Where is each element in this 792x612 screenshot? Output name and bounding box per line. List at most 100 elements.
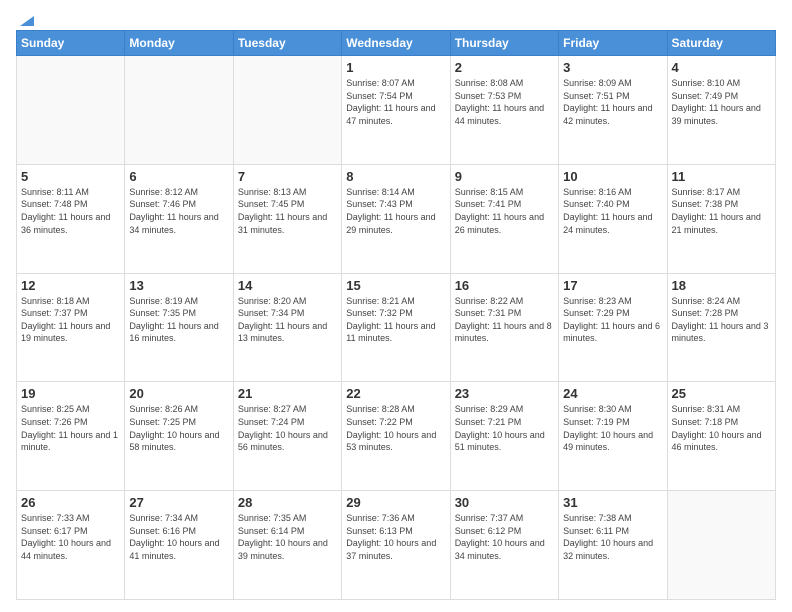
day-info: Sunrise: 7:38 AM Sunset: 6:11 PM Dayligh… — [563, 512, 662, 562]
day-number: 24 — [563, 386, 662, 401]
day-cell: 27 Sunrise: 7:34 AM Sunset: 6:16 PM Dayli… — [125, 491, 233, 600]
day-cell: 7 Sunrise: 8:13 AM Sunset: 7:45 PM Daylig… — [233, 164, 341, 273]
day-cell: 13 Sunrise: 8:19 AM Sunset: 7:35 PM Dayli… — [125, 273, 233, 382]
day-info: Sunrise: 7:33 AM Sunset: 6:17 PM Dayligh… — [21, 512, 120, 562]
day-cell — [233, 56, 341, 165]
day-info: Sunrise: 7:36 AM Sunset: 6:13 PM Dayligh… — [346, 512, 445, 562]
day-number: 20 — [129, 386, 228, 401]
day-info: Sunrise: 8:22 AM Sunset: 7:31 PM Dayligh… — [455, 295, 554, 345]
day-cell: 19 Sunrise: 8:25 AM Sunset: 7:26 PM Dayli… — [17, 382, 125, 491]
week-row-2: 5 Sunrise: 8:11 AM Sunset: 7:48 PM Daylig… — [17, 164, 776, 273]
day-info: Sunrise: 8:17 AM Sunset: 7:38 PM Dayligh… — [672, 186, 771, 236]
week-row-1: 1Sunrise: 8:07 AM Sunset: 7:54 PM Daylig… — [17, 56, 776, 165]
day-cell: 4 Sunrise: 8:10 AM Sunset: 7:49 PM Daylig… — [667, 56, 775, 165]
day-info: Sunrise: 8:24 AM Sunset: 7:28 PM Dayligh… — [672, 295, 771, 345]
week-row-4: 19 Sunrise: 8:25 AM Sunset: 7:26 PM Dayli… — [17, 382, 776, 491]
day-info: Sunrise: 8:27 AM Sunset: 7:24 PM Dayligh… — [238, 403, 337, 453]
day-cell: 14 Sunrise: 8:20 AM Sunset: 7:34 PM Dayli… — [233, 273, 341, 382]
day-number: 7 — [238, 169, 337, 184]
col-header-friday: Friday — [559, 31, 667, 56]
day-cell: 6 Sunrise: 8:12 AM Sunset: 7:46 PM Daylig… — [125, 164, 233, 273]
day-info: Sunrise: 8:09 AM Sunset: 7:51 PM Dayligh… — [563, 77, 662, 127]
day-number: 3 — [563, 60, 662, 75]
day-cell: 15Sunrise: 8:21 AM Sunset: 7:32 PM Dayli… — [342, 273, 450, 382]
day-number: 13 — [129, 278, 228, 293]
day-number: 8 — [346, 169, 445, 184]
day-number: 16 — [455, 278, 554, 293]
day-cell: 26 Sunrise: 7:33 AM Sunset: 6:17 PM Dayli… — [17, 491, 125, 600]
day-info: Sunrise: 8:19 AM Sunset: 7:35 PM Dayligh… — [129, 295, 228, 345]
week-row-5: 26 Sunrise: 7:33 AM Sunset: 6:17 PM Dayli… — [17, 491, 776, 600]
day-cell: 25 Sunrise: 8:31 AM Sunset: 7:18 PM Dayli… — [667, 382, 775, 491]
day-number: 6 — [129, 169, 228, 184]
day-info: Sunrise: 8:31 AM Sunset: 7:18 PM Dayligh… — [672, 403, 771, 453]
day-cell: 11 Sunrise: 8:17 AM Sunset: 7:38 PM Dayli… — [667, 164, 775, 273]
col-header-sunday: Sunday — [17, 31, 125, 56]
day-number: 25 — [672, 386, 771, 401]
day-info: Sunrise: 8:12 AM Sunset: 7:46 PM Dayligh… — [129, 186, 228, 236]
day-info: Sunrise: 8:20 AM Sunset: 7:34 PM Dayligh… — [238, 295, 337, 345]
day-cell: 2 Sunrise: 8:08 AM Sunset: 7:53 PM Daylig… — [450, 56, 558, 165]
day-info: Sunrise: 8:08 AM Sunset: 7:53 PM Dayligh… — [455, 77, 554, 127]
day-cell: 5 Sunrise: 8:11 AM Sunset: 7:48 PM Daylig… — [17, 164, 125, 273]
day-number: 15 — [346, 278, 445, 293]
day-number: 30 — [455, 495, 554, 510]
day-info: Sunrise: 8:11 AM Sunset: 7:48 PM Dayligh… — [21, 186, 120, 236]
day-info: Sunrise: 8:25 AM Sunset: 7:26 PM Dayligh… — [21, 403, 120, 453]
day-info: Sunrise: 8:18 AM Sunset: 7:37 PM Dayligh… — [21, 295, 120, 345]
day-number: 12 — [21, 278, 120, 293]
day-cell: 17 Sunrise: 8:23 AM Sunset: 7:29 PM Dayli… — [559, 273, 667, 382]
day-number: 27 — [129, 495, 228, 510]
day-info: Sunrise: 8:13 AM Sunset: 7:45 PM Dayligh… — [238, 186, 337, 236]
day-number: 10 — [563, 169, 662, 184]
day-number: 21 — [238, 386, 337, 401]
day-info: Sunrise: 8:16 AM Sunset: 7:40 PM Dayligh… — [563, 186, 662, 236]
day-number: 2 — [455, 60, 554, 75]
day-number: 5 — [21, 169, 120, 184]
day-info: Sunrise: 8:29 AM Sunset: 7:21 PM Dayligh… — [455, 403, 554, 453]
day-number: 26 — [21, 495, 120, 510]
day-number: 22 — [346, 386, 445, 401]
day-info: Sunrise: 7:34 AM Sunset: 6:16 PM Dayligh… — [129, 512, 228, 562]
col-header-monday: Monday — [125, 31, 233, 56]
day-cell: 18 Sunrise: 8:24 AM Sunset: 7:28 PM Dayli… — [667, 273, 775, 382]
col-header-saturday: Saturday — [667, 31, 775, 56]
day-number: 4 — [672, 60, 771, 75]
day-cell: 22 Sunrise: 8:28 AM Sunset: 7:22 PM Dayli… — [342, 382, 450, 491]
header — [16, 12, 776, 24]
day-info: Sunrise: 8:10 AM Sunset: 7:49 PM Dayligh… — [672, 77, 771, 127]
day-cell: 8Sunrise: 8:14 AM Sunset: 7:43 PM Daylig… — [342, 164, 450, 273]
day-info: Sunrise: 8:07 AM Sunset: 7:54 PM Dayligh… — [346, 77, 445, 127]
day-cell: 12 Sunrise: 8:18 AM Sunset: 7:37 PM Dayli… — [17, 273, 125, 382]
day-cell: 3 Sunrise: 8:09 AM Sunset: 7:51 PM Daylig… — [559, 56, 667, 165]
day-cell — [17, 56, 125, 165]
day-info: Sunrise: 8:28 AM Sunset: 7:22 PM Dayligh… — [346, 403, 445, 453]
calendar-table: SundayMondayTuesdayWednesdayThursdayFrid… — [16, 30, 776, 600]
day-number: 28 — [238, 495, 337, 510]
day-cell: 1Sunrise: 8:07 AM Sunset: 7:54 PM Daylig… — [342, 56, 450, 165]
day-number: 11 — [672, 169, 771, 184]
day-cell: 29Sunrise: 7:36 AM Sunset: 6:13 PM Dayli… — [342, 491, 450, 600]
day-cell: 31 Sunrise: 7:38 AM Sunset: 6:11 PM Dayli… — [559, 491, 667, 600]
day-cell: 30 Sunrise: 7:37 AM Sunset: 6:12 PM Dayli… — [450, 491, 558, 600]
day-number: 19 — [21, 386, 120, 401]
day-cell: 9Sunrise: 8:15 AM Sunset: 7:41 PM Daylig… — [450, 164, 558, 273]
day-number: 31 — [563, 495, 662, 510]
page: SundayMondayTuesdayWednesdayThursdayFrid… — [0, 0, 792, 612]
day-cell: 10 Sunrise: 8:16 AM Sunset: 7:40 PM Dayli… — [559, 164, 667, 273]
day-info: Sunrise: 7:37 AM Sunset: 6:12 PM Dayligh… — [455, 512, 554, 562]
day-cell: 20Sunrise: 8:26 AM Sunset: 7:25 PM Dayli… — [125, 382, 233, 491]
day-info: Sunrise: 8:23 AM Sunset: 7:29 PM Dayligh… — [563, 295, 662, 345]
day-number: 17 — [563, 278, 662, 293]
col-header-wednesday: Wednesday — [342, 31, 450, 56]
day-cell: 21 Sunrise: 8:27 AM Sunset: 7:24 PM Dayli… — [233, 382, 341, 491]
day-cell: 28 Sunrise: 7:35 AM Sunset: 6:14 PM Dayli… — [233, 491, 341, 600]
logo — [16, 12, 36, 24]
day-number: 18 — [672, 278, 771, 293]
day-info: Sunrise: 7:35 AM Sunset: 6:14 PM Dayligh… — [238, 512, 337, 562]
day-number: 23 — [455, 386, 554, 401]
day-cell — [667, 491, 775, 600]
day-info: Sunrise: 8:30 AM Sunset: 7:19 PM Dayligh… — [563, 403, 662, 453]
day-number: 14 — [238, 278, 337, 293]
day-cell: 24 Sunrise: 8:30 AM Sunset: 7:19 PM Dayli… — [559, 382, 667, 491]
